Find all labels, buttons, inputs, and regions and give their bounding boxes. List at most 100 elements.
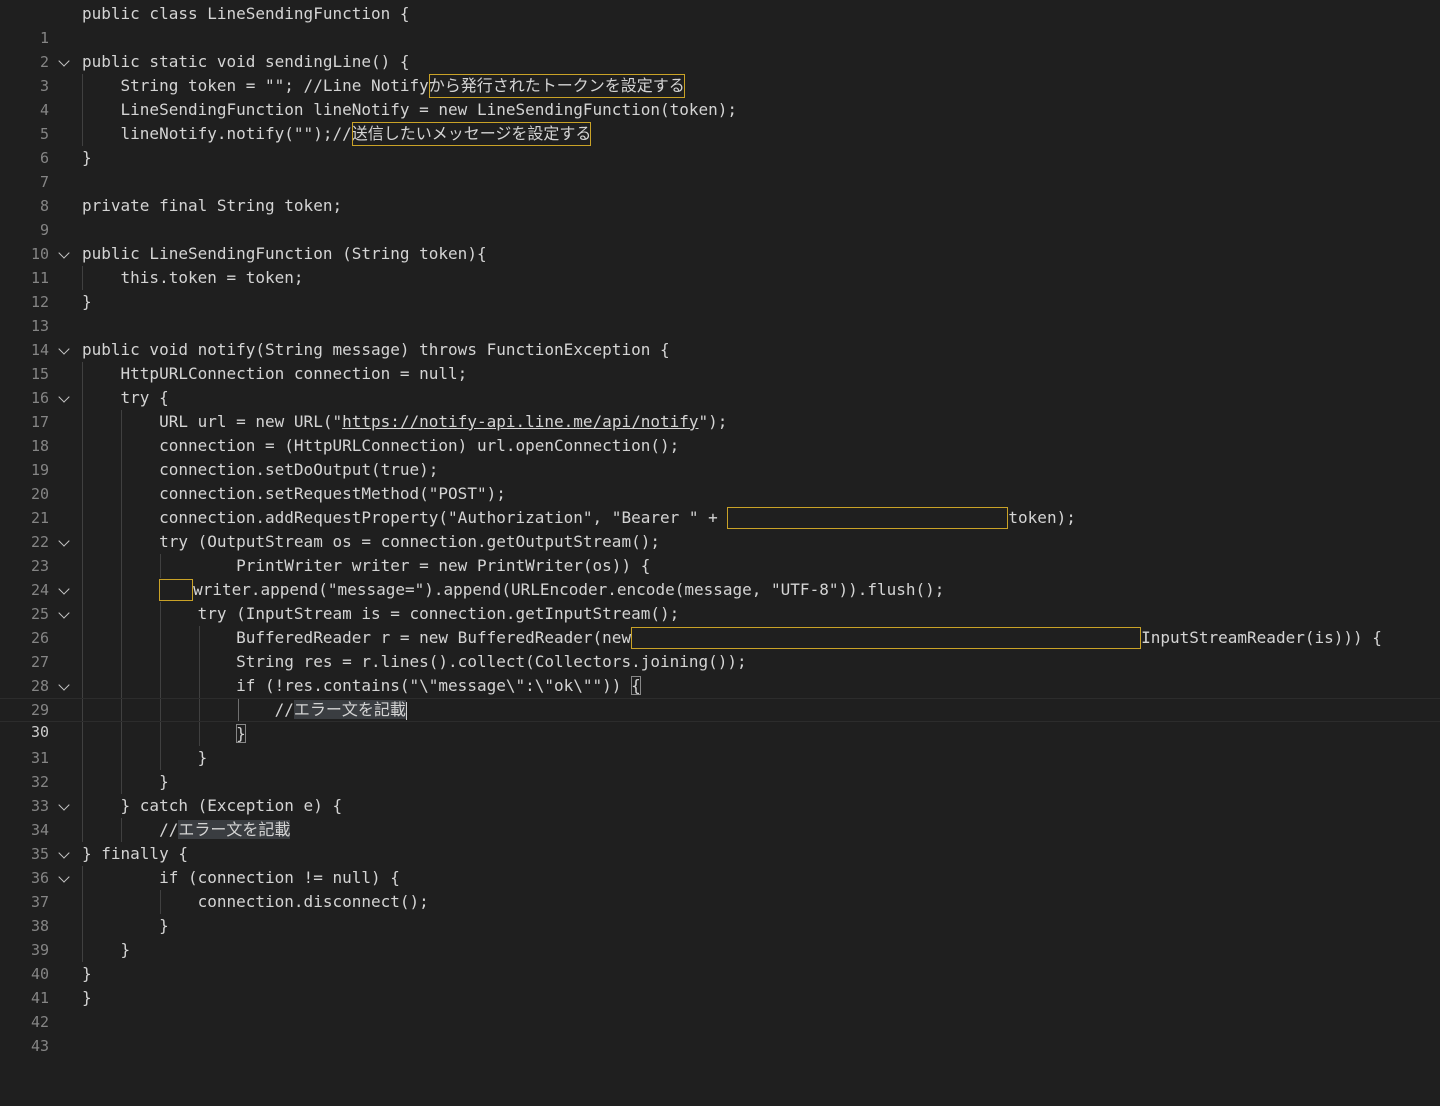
code-text[interactable]: } bbox=[82, 290, 92, 314]
code-line[interactable]: 3 public static void sendingLine() { bbox=[0, 50, 1440, 95]
code-text[interactable]: lineNotify.notify("");//送信したいメッセージを設定する bbox=[82, 122, 592, 146]
code-text[interactable]: public class LineSendingFunction { bbox=[82, 2, 410, 26]
code-text[interactable]: } finally { bbox=[82, 842, 188, 866]
code-text[interactable]: if (connection != null) { bbox=[82, 866, 400, 890]
fold-chevron-icon[interactable] bbox=[58, 343, 70, 355]
code-text[interactable]: writer.append("message=").append(URLEnco… bbox=[82, 578, 944, 602]
code-text[interactable]: connection.setDoOutput(true); bbox=[82, 458, 438, 482]
code-text[interactable]: public LineSendingFunction (String token… bbox=[82, 242, 487, 266]
code-line[interactable]: 26 try (InputStream is = connection.getI… bbox=[0, 602, 1440, 647]
code-line[interactable]: 32 } bbox=[0, 746, 1440, 791]
code-line[interactable]: 36 } finally { bbox=[0, 842, 1440, 887]
code-segment: connection.addRequestProperty("Authoriza… bbox=[82, 508, 728, 527]
code-line[interactable]: 31 } bbox=[0, 722, 1440, 767]
code-line[interactable]: 39 } bbox=[0, 914, 1440, 959]
code-text[interactable]: } bbox=[82, 962, 92, 986]
code-line[interactable]: 17 try { bbox=[0, 386, 1440, 431]
code-line[interactable]: 14 bbox=[0, 314, 1440, 359]
code-line[interactable]: 38 connection.disconnect(); bbox=[0, 890, 1440, 935]
code-line[interactable]: 37 if (connection != null) { bbox=[0, 866, 1440, 911]
code-line[interactable]: 43 bbox=[0, 1010, 1440, 1055]
highlight-box bbox=[727, 507, 1009, 529]
code-segment: InputStreamReader(is))) { bbox=[1141, 628, 1382, 647]
code-text[interactable]: } bbox=[82, 746, 208, 770]
code-text[interactable]: } bbox=[82, 770, 169, 794]
code-line[interactable]: 25 writer.append("message=").append(URLE… bbox=[0, 578, 1440, 623]
code-text[interactable]: BufferedReader r = new BufferedReader(ne… bbox=[82, 626, 1382, 650]
code-line[interactable]: 19 connection = (HttpURLConnection) url.… bbox=[0, 434, 1440, 479]
code-text[interactable]: if (!res.contains("\"message\":\"ok\""))… bbox=[82, 674, 641, 698]
code-text[interactable]: public void notify(String message) throw… bbox=[82, 338, 670, 362]
code-text[interactable]: //エラー文を記載 bbox=[82, 699, 407, 721]
highlight-box bbox=[631, 627, 1142, 649]
code-line[interactable]: 22 connection.addRequestProperty("Author… bbox=[0, 506, 1440, 551]
code-text[interactable]: connection.addRequestProperty("Authoriza… bbox=[82, 506, 1076, 530]
code-text[interactable]: this.token = token; bbox=[82, 266, 304, 290]
code-text[interactable]: } catch (Exception e) { bbox=[82, 794, 343, 818]
code-line[interactable]: 8 bbox=[0, 170, 1440, 215]
code-text[interactable]: HttpURLConnection connection = null; bbox=[82, 362, 468, 386]
code-line[interactable]: 7 } bbox=[0, 146, 1440, 191]
fold-chevron-icon[interactable] bbox=[58, 607, 70, 619]
fold-chevron-icon[interactable] bbox=[58, 247, 70, 259]
url-link[interactable]: https://notify-api.line.me/api/notify bbox=[342, 412, 698, 431]
code-text[interactable]: connection.disconnect(); bbox=[82, 890, 429, 914]
code-line[interactable]: 16 HttpURLConnection connection = null; bbox=[0, 362, 1440, 407]
code-line[interactable]: 40 } bbox=[0, 938, 1440, 983]
fold-chevron-icon[interactable] bbox=[58, 799, 70, 811]
code-line[interactable]: 41 } bbox=[0, 962, 1440, 1007]
code-line[interactable]: 9 private final String token; bbox=[0, 194, 1440, 239]
fold-chevron-icon[interactable] bbox=[58, 679, 70, 691]
code-text[interactable]: LineSendingFunction lineNotify = new Lin… bbox=[82, 98, 738, 122]
code-line[interactable]: 13 } bbox=[0, 290, 1440, 335]
code-line[interactable]: 20 connection.setDoOutput(true); bbox=[0, 458, 1440, 503]
fold-chevron-icon[interactable] bbox=[58, 871, 70, 883]
code-line[interactable]: 1 public class LineSendingFunction { bbox=[0, 2, 1440, 47]
code-text[interactable]: String token = ""; //Line Notifyから発行されたト… bbox=[82, 74, 685, 98]
code-text[interactable]: private final String token; bbox=[82, 194, 342, 218]
code-line[interactable]: 5 LineSendingFunction lineNotify = new L… bbox=[0, 98, 1440, 143]
fold-chevron-icon[interactable] bbox=[58, 847, 70, 859]
code-line[interactable]: 27 BufferedReader r = new BufferedReader… bbox=[0, 626, 1440, 671]
fold-chevron-icon[interactable] bbox=[58, 391, 70, 403]
code-text[interactable]: String res = r.lines().collect(Collector… bbox=[82, 650, 747, 674]
code-text[interactable]: } bbox=[82, 986, 92, 1010]
code-line-active[interactable]: 30 //エラー文を記載 bbox=[0, 698, 1440, 741]
code-line[interactable]: 12 this.token = token; bbox=[0, 266, 1440, 311]
code-text[interactable]: } bbox=[82, 146, 92, 170]
code-line[interactable]: 6 lineNotify.notify("");//送信したいメッセージを設定す… bbox=[0, 122, 1440, 167]
code-text[interactable]: PrintWriter writer = new PrintWriter(os)… bbox=[82, 554, 650, 578]
code-text[interactable]: connection = (HttpURLConnection) url.ope… bbox=[82, 434, 679, 458]
code-line[interactable]: 35 //エラー文を記載 bbox=[0, 818, 1440, 863]
code-line[interactable]: 28 String res = r.lines().collect(Collec… bbox=[0, 650, 1440, 695]
code-editor[interactable]: 1 public class LineSendingFunction { 2 3… bbox=[0, 2, 1440, 1055]
code-text[interactable]: URL url = new URL("https://notify-api.li… bbox=[82, 410, 727, 434]
code-text[interactable]: try { bbox=[82, 386, 169, 410]
code-line[interactable]: 2 bbox=[0, 26, 1440, 71]
code-line[interactable]: 34 } catch (Exception e) { bbox=[0, 794, 1440, 839]
selected-text: エラー文を記載 bbox=[178, 820, 291, 839]
code-text[interactable]: try (OutputStream os = connection.getOut… bbox=[82, 530, 660, 554]
code-line[interactable]: 33 } bbox=[0, 770, 1440, 815]
code-line[interactable]: 10 bbox=[0, 218, 1440, 263]
code-text[interactable]: //エラー文を記載 bbox=[82, 818, 291, 842]
highlighted-comment: から発行されたトークンを設定する bbox=[428, 74, 685, 98]
fold-chevron-icon[interactable] bbox=[58, 583, 70, 595]
fold-chevron-icon[interactable] bbox=[58, 535, 70, 547]
code-line[interactable]: 29 if (!res.contains("\"message\":\"ok\"… bbox=[0, 674, 1440, 719]
fold-chevron-icon[interactable] bbox=[58, 55, 70, 67]
code-text[interactable]: try (InputStream is = connection.getInpu… bbox=[82, 602, 680, 626]
code-line[interactable]: 24 PrintWriter writer = new PrintWriter(… bbox=[0, 554, 1440, 599]
code-line[interactable]: 18 URL url = new URL("https://notify-api… bbox=[0, 410, 1440, 455]
code-text[interactable]: connection.setRequestMethod("POST"); bbox=[82, 482, 506, 506]
code-line[interactable]: 4 String token = ""; //Line Notifyから発行され… bbox=[0, 74, 1440, 119]
code-text[interactable]: } bbox=[82, 938, 131, 962]
code-line[interactable]: 21 connection.setRequestMethod("POST"); bbox=[0, 482, 1440, 527]
code-text[interactable]: } bbox=[82, 722, 246, 746]
code-line[interactable]: 23 try (OutputStream os = connection.get… bbox=[0, 530, 1440, 575]
code-line[interactable]: 15 public void notify(String message) th… bbox=[0, 338, 1440, 383]
code-text[interactable]: } bbox=[82, 914, 169, 938]
code-line[interactable]: 42 } bbox=[0, 986, 1440, 1031]
code-text[interactable]: public static void sendingLine() { bbox=[82, 50, 410, 74]
code-line[interactable]: 11 public LineSendingFunction (String to… bbox=[0, 242, 1440, 287]
